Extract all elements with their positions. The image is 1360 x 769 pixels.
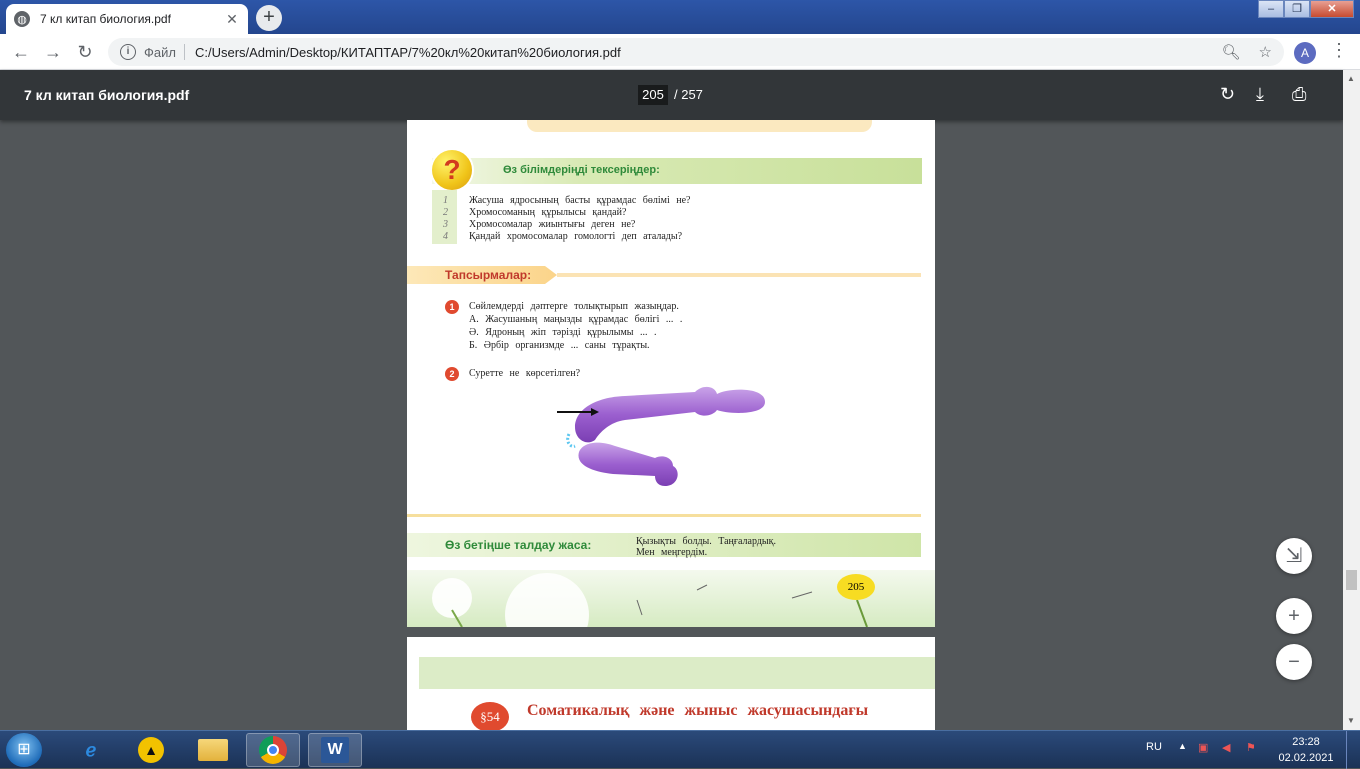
new-tab-button[interactable]: + (256, 5, 282, 31)
header-bar (419, 657, 935, 689)
star-icon[interactable]: ☆ (1259, 43, 1272, 61)
close-window-button[interactable]: ✕ (1310, 0, 1354, 18)
page-total: / 257 (674, 87, 703, 102)
rotate-icon[interactable]: ↻ (1220, 84, 1235, 105)
question-item: 1 Жасуша ядросының басты құрамдас бөлімі … (443, 195, 691, 206)
url-separator (183, 44, 185, 60)
word-icon[interactable]: W (308, 733, 362, 767)
windows-taskbar: ⊞ ℯ ▲ W RU ▲ ▣ ◀ ⚑ 23:28 02.02.2021 (0, 730, 1360, 769)
zoom-in-button[interactable]: + (1276, 598, 1312, 634)
task-line: А. Жасушаның маңызды құрамдас бөлігі ...… (469, 314, 683, 325)
print-icon[interactable]: ⎙ (1292, 84, 1306, 105)
zoom-icon[interactable]: 🔍︎ (1222, 43, 1241, 61)
clock-date: 02.02.2021 (1278, 752, 1334, 764)
task-line: Ә. Ядроның жіп тәрізді құрылымы ... . (469, 327, 657, 338)
section-number-badge: §54 (471, 702, 509, 730)
browser-tab[interactable]: ◍ 7 кл китап биология.pdf ✕ (6, 4, 248, 34)
pdf-page-next: §54 Соматикалық және жыныс жасушасындағы (407, 637, 935, 730)
pdf-title: 7 кл китап биология.pdf (24, 87, 190, 103)
back-arrow-icon[interactable]: ← (10, 41, 32, 63)
info-icon[interactable]: i (120, 44, 136, 60)
question-mark-icon: ? (432, 150, 472, 190)
question-item: 3 Хромосомалар жиынтығы деген не? (443, 219, 636, 230)
show-desktop-button[interactable] (1346, 731, 1360, 769)
minimize-button[interactable]: – (1258, 0, 1284, 18)
folder-icon[interactable] (186, 733, 240, 767)
analysis-line: Мен меңгердім. (636, 547, 708, 558)
action-center-icon[interactable]: ⚑ (1246, 741, 1256, 754)
tab-title: 7 кл китап биология.pdf (40, 12, 171, 26)
section-heading: Соматикалық және жыныс жасушасындағы (527, 702, 869, 719)
avatar[interactable]: A (1294, 42, 1316, 64)
start-button[interactable]: ⊞ (6, 733, 42, 767)
globe-icon: ◍ (14, 11, 30, 27)
question-item: 2 Хромосоманың құрылысы қандай? (443, 207, 627, 218)
analysis-title: Өз бетіңше талдау жаса: (445, 538, 592, 552)
maximize-button[interactable]: ❐ (1284, 0, 1310, 18)
section-divider (407, 514, 921, 517)
task-number-badge: 1 (445, 300, 459, 314)
question-item: 4 Қандай хромосомалар гомологті деп атала… (443, 231, 683, 242)
scrollbar-thumb[interactable] (1346, 570, 1357, 590)
clock-time: 23:28 (1292, 736, 1320, 748)
chrome-icon[interactable] (246, 733, 300, 767)
vertical-scrollbar[interactable]: ▲ ▼ (1343, 70, 1360, 730)
fit-page-button[interactable]: ⇲ (1276, 538, 1312, 574)
network-icon[interactable]: ▣ (1198, 741, 1208, 754)
analysis-line: Қызықты болды. Таңғалардық. (636, 536, 776, 547)
zoom-out-button[interactable]: − (1276, 644, 1312, 680)
reload-icon[interactable]: ↻ (74, 41, 96, 63)
tasks-title: Тапсырмалар: (445, 268, 532, 282)
task-line: Сөйлемдерді дәптерге толықтырып жазыңдар… (469, 301, 679, 312)
download-icon[interactable]: ⤓ (1256, 84, 1264, 105)
window-controls: – ❐ ✕ (1258, 0, 1354, 18)
browser-toolbar: ← → ↻ i Файл C:/Users/Admin/Desktop/КИТА… (0, 34, 1360, 70)
check-title: Өз білімдеріңді тексеріңдер: (503, 164, 660, 176)
url-text[interactable]: C:/Users/Admin/Desktop/КИТАПТАР/7%20кл%2… (195, 45, 1204, 60)
volume-icon[interactable]: ◀ (1222, 741, 1230, 754)
task-line: Б. Әрбір организмде ... саны тұрақты. (469, 340, 650, 351)
app-icon[interactable]: ▲ (124, 733, 178, 767)
task-number-badge: 2 (445, 367, 459, 381)
page-number-badge: 205 (837, 574, 875, 600)
task-line: Суретте не көрсетілген? (469, 368, 581, 379)
close-tab-icon[interactable]: ✕ (224, 11, 240, 28)
tray-expand-icon[interactable]: ▲ (1178, 741, 1187, 751)
pdf-toolbar: 7 кл китап биология.pdf 205 / 257 ↻ ⤓ ⎙ (0, 70, 1343, 120)
internet-explorer-icon[interactable]: ℯ (64, 733, 118, 767)
page-number-input[interactable]: 205 (638, 85, 668, 105)
forward-arrow-icon[interactable]: → (42, 41, 64, 63)
tasks-header-line (557, 273, 921, 277)
top-banner (527, 120, 872, 132)
browser-tab-bar: ◍ 7 кл китап биология.pdf ✕ + – ❐ ✕ (0, 0, 1360, 34)
kebab-menu-icon[interactable]: ⋮ (1330, 40, 1348, 61)
address-bar[interactable]: i Файл C:/Users/Admin/Desktop/КИТАПТАР/7… (108, 38, 1284, 66)
clock[interactable]: 23:28 02.02.2021 (1278, 734, 1334, 766)
pdf-page: Өз білімдеріңді тексеріңдер: ? 1 Жасуша я… (407, 120, 935, 627)
url-scheme-label: Файл (144, 44, 176, 60)
scroll-down-icon[interactable]: ▼ (1347, 716, 1355, 725)
scroll-up-icon[interactable]: ▲ (1347, 74, 1355, 83)
chromosome-illustration (557, 386, 765, 486)
language-indicator[interactable]: RU (1146, 741, 1162, 753)
